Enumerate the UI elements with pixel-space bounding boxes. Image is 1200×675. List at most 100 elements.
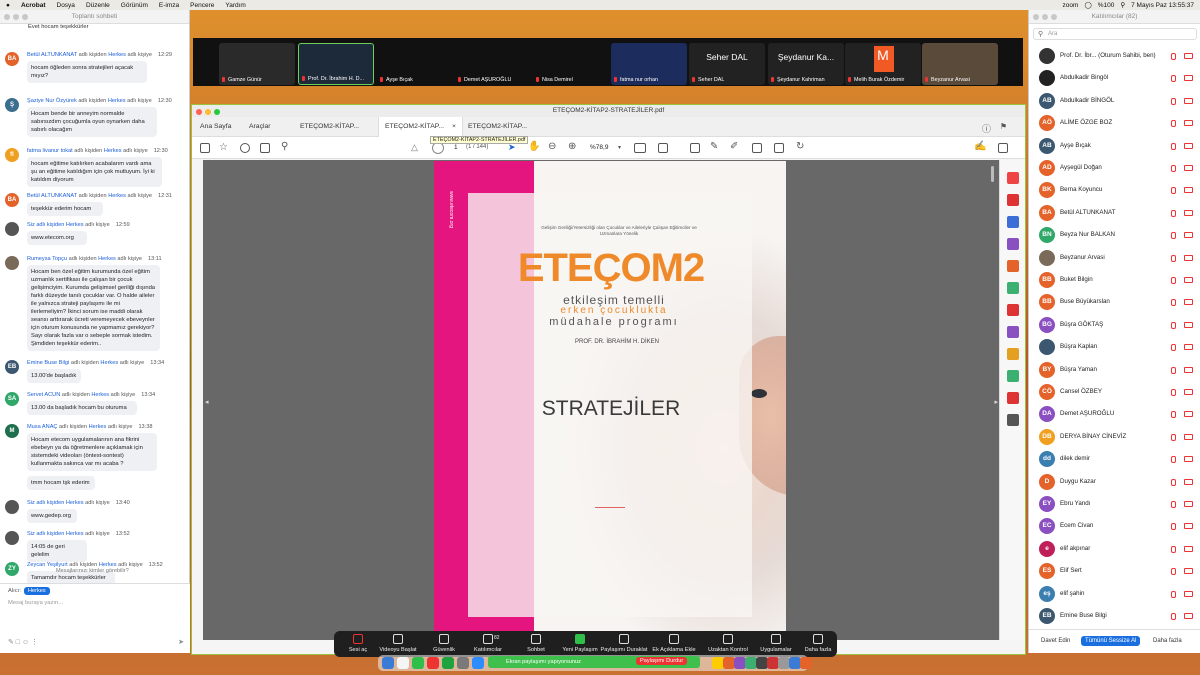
- redact-icon[interactable]: [1007, 392, 1019, 404]
- video-off-icon[interactable]: [1184, 344, 1193, 351]
- video-off-icon[interactable]: [1184, 299, 1193, 306]
- combine-icon[interactable]: [1007, 238, 1019, 250]
- participant-row[interactable]: Abdulkadir Bingöl: [1029, 67, 1200, 89]
- muted-mic-icon[interactable]: [1171, 232, 1176, 240]
- video-off-icon[interactable]: [1184, 366, 1193, 373]
- settings-icon[interactable]: [457, 657, 469, 669]
- video-off-icon[interactable]: [1184, 254, 1193, 261]
- zoom-in-icon[interactable]: ⊕: [568, 141, 576, 152]
- video-off-icon[interactable]: [1184, 613, 1193, 619]
- scroll-mode-icon[interactable]: [658, 143, 668, 153]
- participant-row[interactable]: BY Büşra Yaman: [1029, 359, 1200, 381]
- star-icon[interactable]: ☆: [219, 142, 228, 153]
- sender-name[interactable]: Emine Buse Bilgi: [27, 360, 69, 366]
- muted-mic-icon[interactable]: [1171, 433, 1176, 441]
- chat-button[interactable]: Sohbet: [512, 633, 560, 653]
- muted-mic-icon[interactable]: [1171, 321, 1176, 329]
- muted-mic-icon[interactable]: [1171, 165, 1176, 172]
- tab-document-3[interactable]: ETEÇOM2-KİTAP...: [468, 123, 527, 130]
- print-icon[interactable]: [260, 143, 270, 153]
- scrollbar[interactable]: [991, 166, 994, 182]
- security-button[interactable]: Güvenlik: [420, 633, 468, 653]
- mail-icon[interactable]: [998, 143, 1008, 153]
- zoom-level-dropdown[interactable]: %78,9: [590, 144, 608, 151]
- video-off-icon[interactable]: [1184, 53, 1193, 59]
- participant-row[interactable]: CÖ Cansel ÖZBEY: [1029, 381, 1200, 403]
- video-tile[interactable]: Şeydanur Ka... Şeydanur Kahriman: [768, 43, 844, 85]
- zoom-out-icon[interactable]: ⊖: [548, 141, 556, 152]
- close-tab-icon[interactable]: ×: [452, 123, 456, 130]
- participant-row[interactable]: Beyzanur Arvasi: [1029, 247, 1200, 269]
- video-off-icon[interactable]: [1184, 187, 1193, 194]
- stamp-icon[interactable]: [774, 143, 784, 153]
- format-icons[interactable]: ✎ □ ☺ ⋮: [8, 638, 38, 646]
- video-off-icon[interactable]: [1184, 142, 1193, 149]
- video-off-icon[interactable]: [1184, 456, 1193, 463]
- find-icon[interactable]: ⚲: [281, 141, 288, 152]
- tab-tools[interactable]: Araçlar: [249, 123, 271, 130]
- video-off-icon[interactable]: [1184, 165, 1193, 171]
- video-tile[interactable]: Seher DAL Seher DAL: [689, 43, 765, 85]
- video-tile[interactable]: Gamze Günür: [219, 43, 295, 85]
- participant-row[interactable]: DA Demet AŞUROĞLU: [1029, 403, 1200, 425]
- compress-icon[interactable]: [1007, 326, 1019, 338]
- comment-tool-icon[interactable]: [1007, 348, 1019, 360]
- video-off-icon[interactable]: [1184, 590, 1193, 597]
- text-box-icon[interactable]: [752, 143, 762, 153]
- highlight-icon[interactable]: ✎: [710, 141, 718, 152]
- menu-eimza[interactable]: E-imza: [159, 2, 179, 9]
- sender-name[interactable]: Betül ALTUNKANAT: [27, 193, 77, 199]
- muted-mic-icon[interactable]: [1171, 613, 1176, 620]
- annotate-button[interactable]: Ek Açıklama Ekle: [650, 633, 698, 653]
- video-off-icon[interactable]: [1184, 523, 1193, 530]
- participant-row[interactable]: dd dilek demir: [1029, 448, 1200, 470]
- video-tile[interactable]: Beyzanur Arvasi: [922, 43, 998, 85]
- video-tile[interactable]: Ayşe Bıçak: [377, 43, 453, 85]
- video-off-icon[interactable]: [1184, 75, 1193, 82]
- apple-menu-icon[interactable]: ●: [6, 2, 10, 9]
- video-off-icon[interactable]: [1184, 411, 1193, 418]
- export-pdf-icon[interactable]: [1007, 172, 1019, 184]
- participant-row[interactable]: EC Ecem Civan: [1029, 515, 1200, 537]
- window-controls[interactable]: [1033, 14, 1057, 20]
- document-view[interactable]: www.etecom.org Gelişim Geriliği/Yetersiz…: [203, 160, 1000, 640]
- video-tile[interactable]: Nisa Demirel: [533, 43, 609, 85]
- menu-yardim[interactable]: Yardım: [225, 2, 245, 9]
- fill-sign-icon[interactable]: [1007, 282, 1019, 294]
- recipient-dropdown[interactable]: Herkes: [24, 587, 50, 595]
- clock[interactable]: 7 Mayıs Paz 13:55:37: [1131, 2, 1194, 9]
- chevron-down-icon[interactable]: ▾: [618, 144, 621, 151]
- page-number-input[interactable]: 1: [454, 144, 458, 151]
- muted-mic-icon[interactable]: [1171, 545, 1176, 553]
- participant-row[interactable]: EB Emine Buse Bilgi: [1029, 605, 1200, 627]
- chrome-icon[interactable]: [427, 657, 439, 669]
- right-panel-toggle-icon[interactable]: ▸: [994, 398, 998, 406]
- video-off-icon[interactable]: [1184, 501, 1193, 507]
- spotify-icon[interactable]: [442, 657, 454, 669]
- participant-row[interactable]: BN Beyza Nur BALKAN: [1029, 224, 1200, 246]
- muted-mic-icon[interactable]: [1171, 523, 1176, 531]
- sender-name[interactable]: Siz adlı kişiden: [27, 222, 64, 228]
- muted-mic-icon[interactable]: [1171, 501, 1176, 508]
- muted-mic-icon[interactable]: [1171, 277, 1176, 284]
- draw-icon[interactable]: ✐: [730, 141, 738, 152]
- menu-gorunum[interactable]: Görünüm: [121, 2, 148, 9]
- muted-mic-icon[interactable]: [1171, 97, 1176, 105]
- who-can-see-link[interactable]: Mesajlarınızı kimler görebilir?: [56, 568, 129, 574]
- photos-icon[interactable]: [800, 657, 812, 669]
- window-controls[interactable]: [196, 109, 220, 115]
- edit-pdf-icon[interactable]: [1007, 216, 1019, 228]
- hand-tool-icon[interactable]: ✋: [528, 141, 540, 152]
- muted-mic-icon[interactable]: [1171, 389, 1176, 396]
- video-off-icon[interactable]: [1184, 120, 1193, 127]
- muted-mic-icon[interactable]: [1171, 366, 1176, 374]
- muted-mic-icon[interactable]: [1171, 187, 1176, 195]
- menu-duzenle[interactable]: Düzenle: [86, 2, 110, 9]
- muted-mic-icon[interactable]: [1171, 142, 1176, 150]
- participant-row[interactable]: eş elif şahin: [1029, 583, 1200, 605]
- sender-name[interactable]: Siz adlı kişiden: [27, 500, 64, 506]
- muted-mic-icon[interactable]: [1171, 456, 1176, 464]
- video-off-icon[interactable]: [1184, 97, 1193, 104]
- battery-label[interactable]: %100: [1098, 2, 1115, 9]
- rotate-icon[interactable]: ↻: [796, 141, 804, 152]
